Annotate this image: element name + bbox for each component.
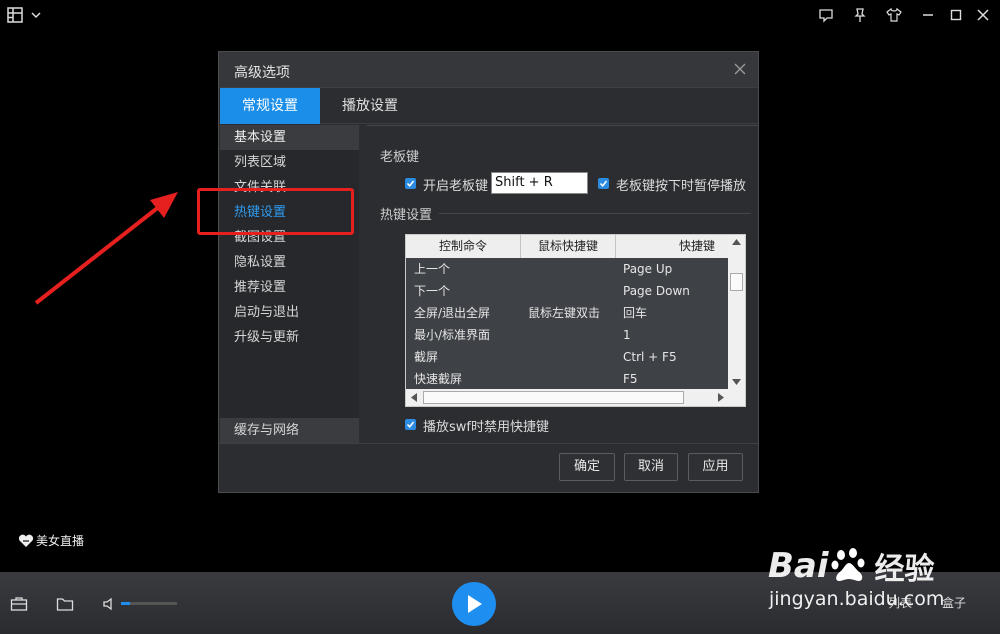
cell-hotkey: 1 (623, 328, 631, 342)
live-stream-link[interactable]: 美女直播 (18, 532, 84, 549)
volume-icon[interactable] (102, 596, 118, 616)
table-row[interactable]: 全屏/退出全屏 鼠标左键双击 回车 (406, 302, 729, 324)
table-row[interactable]: 最小/标准界面 1 (406, 324, 729, 346)
settings-content: 老板键 开启老板键 Shift + R 老板键按下时暂停播放 热键设置 控制命令… (359, 125, 759, 443)
enable-boss-key-label: 开启老板键 (423, 179, 489, 194)
watermark-brand-right: 经验 (874, 552, 935, 587)
box-label[interactable]: 盒子 (942, 594, 966, 611)
advanced-options-dialog: 高级选项 常规设置 播放设置 基本设置 列表区域 文件关联 热键设置 截图设置 … (218, 51, 759, 493)
scroll-right-icon[interactable] (718, 393, 724, 402)
heart-icon (18, 534, 34, 547)
play-button[interactable] (452, 582, 496, 626)
cell-mouse: 鼠标左键双击 (528, 306, 601, 320)
ok-button[interactable]: 确定 (559, 453, 615, 481)
tab-playback-settings[interactable]: 播放设置 (326, 88, 414, 124)
table-row[interactable]: 下一个 Page Down (406, 280, 729, 302)
scroll-up-icon[interactable] (732, 239, 741, 245)
column-header-command[interactable]: 控制命令 (406, 235, 521, 258)
table-row[interactable]: 截屏 Ctrl + F5 (406, 346, 729, 368)
horizontal-scroll-thumb[interactable] (423, 391, 684, 404)
dialog-tabs: 常规设置 播放设置 (219, 88, 758, 124)
sidebar-item-upgrade[interactable]: 升级与更新 (220, 325, 359, 350)
vertical-scroll-thumb[interactable] (730, 273, 743, 291)
app-menu-icon[interactable] (6, 6, 24, 24)
sidebar-item-cache-network[interactable]: 缓存与网络 (220, 418, 359, 443)
enable-boss-key-checkbox[interactable] (405, 178, 416, 189)
pin-icon[interactable] (851, 6, 869, 24)
minimize-icon[interactable] (919, 6, 937, 24)
annotation-highlight-box (197, 188, 354, 235)
column-header-hotkey[interactable]: 快捷键 (616, 235, 729, 258)
cell-command: 截屏 (414, 350, 439, 364)
watermark-url: jingyan.baidu.com (769, 588, 945, 610)
cancel-button[interactable]: 取消 (624, 453, 678, 481)
boss-key-input[interactable]: Shift + R (491, 172, 588, 194)
scroll-down-icon[interactable] (732, 379, 741, 385)
hotkey-table: 控制命令 鼠标快捷键 快捷键 上一个 Page Up 下一个 Page Down… (405, 234, 746, 407)
feedback-icon[interactable] (817, 6, 835, 24)
sidebar-item-basic[interactable]: 基本设置 (220, 125, 359, 150)
cell-command: 上一个 (414, 262, 451, 276)
scroll-corner (728, 389, 745, 406)
sidebar-item-privacy[interactable]: 隐私设置 (220, 250, 359, 275)
disable-hotkeys-swf-checkbox[interactable] (405, 419, 416, 430)
skin-icon[interactable] (885, 6, 903, 24)
toolbox-icon[interactable] (10, 596, 28, 616)
settings-sidebar: 基本设置 列表区域 文件关联 热键设置 截图设置 隐私设置 推荐设置 启动与退出… (220, 125, 359, 443)
cell-hotkey: Ctrl + F5 (623, 350, 677, 364)
cell-hotkey: 回车 (623, 306, 648, 320)
cell-hotkey: F5 (623, 372, 638, 386)
maximize-icon[interactable] (947, 6, 965, 24)
open-folder-icon[interactable] (56, 596, 74, 616)
hotkey-section-title: 热键设置 (380, 208, 433, 223)
scroll-left-icon[interactable] (411, 393, 417, 402)
annotation-arrow (34, 192, 178, 305)
table-row[interactable]: 上一个 Page Up (406, 258, 729, 280)
cell-command: 最小/标准界面 (414, 328, 491, 342)
sidebar-item-recommend[interactable]: 推荐设置 (220, 275, 359, 300)
sidebar-item-startup-exit[interactable]: 启动与退出 (220, 300, 359, 325)
cell-command: 快速截屏 (414, 372, 463, 386)
live-stream-label: 美女直播 (36, 534, 85, 548)
cell-command: 下一个 (414, 284, 451, 298)
tab-general-settings[interactable]: 常规设置 (220, 88, 320, 124)
disable-hotkeys-swf-label: 播放swf时禁用快捷键 (423, 420, 549, 435)
close-icon[interactable] (974, 6, 992, 24)
apply-button[interactable]: 应用 (688, 453, 743, 481)
horizontal-scrollbar[interactable] (406, 389, 729, 406)
dialog-title-bar[interactable]: 高级选项 (219, 52, 758, 88)
baidu-watermark: Bai 经验 (768, 544, 935, 588)
chevron-down-icon[interactable] (27, 6, 45, 24)
volume-slider[interactable] (121, 602, 177, 605)
volume-fill (121, 602, 130, 605)
cell-hotkey: Page Up (623, 262, 673, 276)
dialog-close-icon[interactable] (732, 61, 748, 77)
play-icon (468, 595, 482, 613)
divider (367, 125, 759, 126)
baidu-paw-icon (831, 548, 865, 581)
footer-divider (219, 443, 758, 444)
dialog-title: 高级选项 (234, 65, 290, 81)
cell-command: 全屏/退出全屏 (414, 306, 491, 320)
pause-on-boss-key-label: 老板键按下时暂停播放 (616, 179, 747, 194)
title-bar (0, 0, 1000, 30)
sidebar-item-list-area[interactable]: 列表区域 (220, 150, 359, 175)
cell-hotkey: Page Down (623, 284, 690, 298)
table-row[interactable]: 快速截屏 F5 (406, 368, 729, 390)
vertical-scrollbar[interactable] (728, 235, 745, 390)
column-header-mouse[interactable]: 鼠标快捷键 (521, 235, 616, 258)
table-header: 控制命令 鼠标快捷键 快捷键 (406, 235, 729, 258)
boss-key-section-title: 老板键 (380, 150, 420, 165)
watermark-brand-left: Bai (768, 546, 829, 586)
divider (439, 213, 751, 214)
pause-on-boss-key-checkbox[interactable] (598, 178, 609, 189)
